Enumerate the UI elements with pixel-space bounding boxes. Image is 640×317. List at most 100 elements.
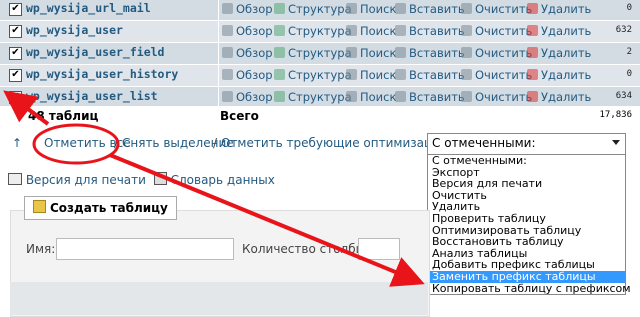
insert-icon [395,91,406,102]
with-selected-select[interactable]: С отмеченными: [427,133,626,155]
table-name-input[interactable] [56,238,234,260]
drop-link[interactable]: Удалить [527,90,591,104]
browse-link[interactable]: Обзор [222,68,273,82]
with-selected-dropdown: С отмеченными: Экспорт Версия для печати Оч… [427,154,631,296]
table-name-link[interactable]: wp_wysija_user_list [26,89,158,103]
columns-count-input[interactable] [358,238,400,260]
dropdown-option[interactable]: Проверить таблицу [428,213,625,225]
insert-link[interactable]: Вставить [395,90,465,104]
search-link[interactable]: Поиск [346,24,396,38]
drop-label: Удалить [541,90,592,104]
table-name-link[interactable]: wp_wysija_user_field [26,45,164,59]
insert-link[interactable]: Вставить [395,46,465,60]
insert-label: Вставить [409,24,465,38]
drop-link[interactable]: Удалить [527,46,591,60]
structure-link[interactable]: Структура [274,24,352,38]
summary-row: 48 таблиц Всего 17,836 [0,106,640,126]
separator: / [114,136,119,150]
drop-link[interactable]: Удалить [527,24,591,38]
drop-link[interactable]: Удалить [527,2,591,16]
check-overhead-link[interactable]: Отметить требующие оптимизации [221,136,448,150]
dropdown-option[interactable]: Восстановить таблицу [428,236,625,248]
dropdown-option[interactable]: Копировать таблицу с префиксом [428,282,631,295]
row-checkbox[interactable]: ✔ [9,91,22,104]
search-icon [346,69,357,80]
insert-icon [395,47,406,58]
search-link[interactable]: Поиск [346,2,396,16]
structure-icon [274,3,285,14]
drop-label: Удалить [541,68,592,82]
search-link[interactable]: Поиск [346,90,396,104]
dropdown-option[interactable]: С отмеченными: [428,155,625,167]
table-row: ✔ wp_wysija_user Обзор Структура Поиск Встави… [0,21,640,43]
empty-link[interactable]: Очистить [461,90,532,104]
empty-link[interactable]: Очистить [461,46,532,60]
search-label: Поиск [360,46,397,60]
row-count: 2 [626,47,632,57]
structure-link[interactable]: Структура [274,46,352,60]
empty-icon [461,3,472,14]
divider [218,87,219,108]
browse-link[interactable]: Обзор [222,2,273,16]
book-icon [222,47,233,58]
search-icon [346,47,357,58]
insert-link[interactable]: Вставить [395,24,465,38]
dropdown-option[interactable]: Заменить префикс таблицы [428,271,625,283]
row-count: 632 [615,25,632,35]
search-label: Поиск [360,68,397,82]
search-link[interactable]: Поиск [346,46,396,60]
structure-label: Структура [288,68,352,82]
drop-link[interactable]: Удалить [527,68,591,82]
drop-icon [527,47,538,58]
structure-label: Структура [288,90,352,104]
print-view-link[interactable]: Версия для печати [26,173,146,187]
empty-link[interactable]: Очистить [461,2,532,16]
summary-rows: 17,836 [599,110,632,120]
empty-icon [461,47,472,58]
row-count: 634 [615,91,632,101]
empty-link[interactable]: Очистить [461,24,532,38]
chevron-down-icon [612,140,620,145]
search-label: Поиск [360,24,397,38]
table-row: ✔ wp_wysija_url_mail Обзор Структура Поиск Вс… [0,0,640,21]
insert-link[interactable]: Вставить [395,68,465,82]
add-table-icon [33,200,46,213]
row-checkbox[interactable]: ✔ [9,25,22,38]
structure-link[interactable]: Структура [274,68,352,82]
browse-link[interactable]: Обзор [222,90,273,104]
drop-icon [527,3,538,14]
data-dictionary-link[interactable]: Словарь данных [171,173,275,187]
browse-link[interactable]: Обзор [222,46,273,60]
divider [218,0,219,20]
browse-link[interactable]: Обзор [222,24,273,38]
insert-icon [395,69,406,80]
browse-label: Обзор [236,90,273,104]
empty-link[interactable]: Очистить [461,68,532,82]
divider [218,65,219,86]
browse-label: Обзор [236,46,273,60]
search-link[interactable]: Поиск [346,68,396,82]
structure-link[interactable]: Структура [274,2,352,16]
drop-icon [527,91,538,102]
table-name-link[interactable]: wp_wysija_user [26,23,123,37]
create-table-button[interactable]: Создать таблицу [24,196,177,220]
structure-link[interactable]: Структура [274,90,352,104]
row-checkbox[interactable]: ✔ [9,47,22,60]
drop-icon [527,69,538,80]
table-name-link[interactable]: wp_wysija_user_history [26,67,178,81]
divider [218,43,219,64]
panel-footer [10,282,428,315]
row-checkbox[interactable]: ✔ [9,69,22,82]
search-label: Поиск [360,2,397,16]
book-icon [222,3,233,14]
divider [218,21,219,42]
insert-label: Вставить [409,46,465,60]
structure-icon [274,91,285,102]
row-checkbox[interactable]: ✔ [9,3,22,16]
return-arrow-icon: ↑ [12,136,23,150]
table-name-link[interactable]: wp_wysija_url_mail [26,1,151,15]
structure-icon [274,25,285,36]
structure-label: Структура [288,46,352,60]
insert-link[interactable]: Вставить [395,2,465,16]
browse-label: Обзор [236,2,273,16]
